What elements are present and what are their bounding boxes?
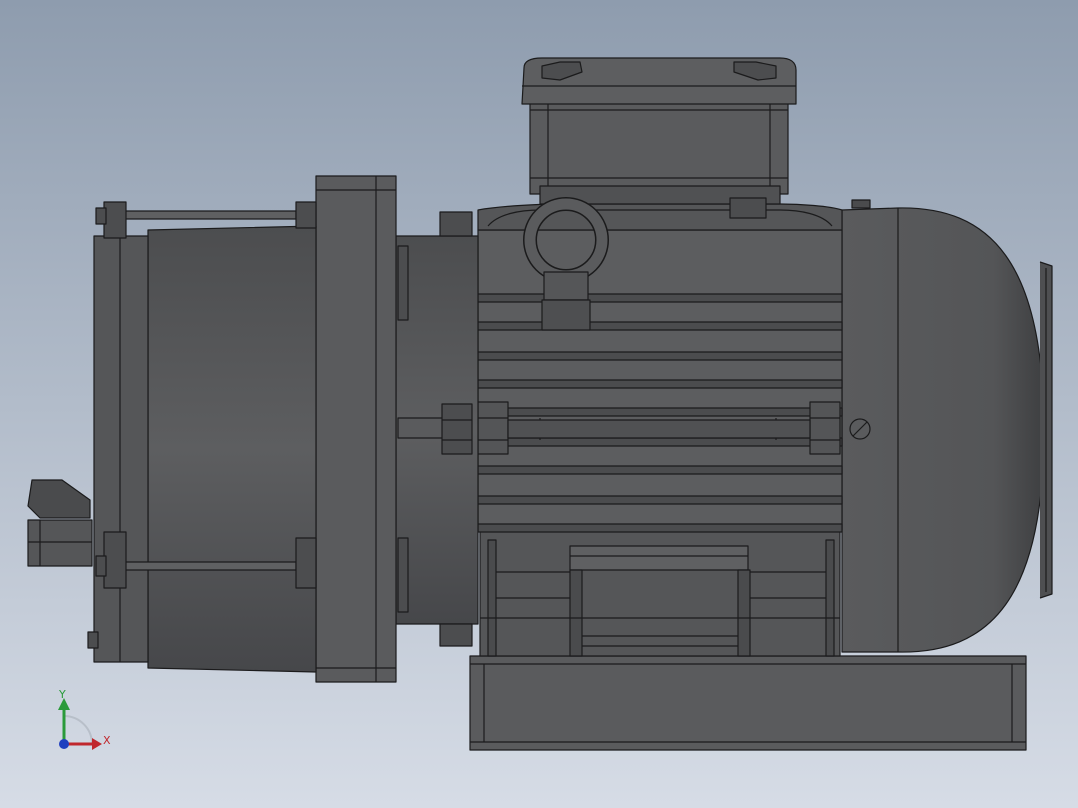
pump-flange[interactable] <box>315 175 397 683</box>
pump-housing[interactable] <box>93 225 317 673</box>
z-axis-origin <box>59 739 69 749</box>
base-plate[interactable] <box>469 655 1027 751</box>
screw-icon <box>849 418 871 440</box>
motor-flange-adapter[interactable] <box>395 211 479 647</box>
y-axis-label: Y <box>58 688 66 701</box>
viewport-canvas[interactable]: Y X <box>0 0 1078 808</box>
terminal-box[interactable] <box>521 57 797 219</box>
3d-viewport[interactable]: Y X <box>0 0 1078 808</box>
x-axis-label: X <box>103 734 111 747</box>
cooling-fins <box>477 293 843 533</box>
motor-foot[interactable] <box>479 529 841 657</box>
